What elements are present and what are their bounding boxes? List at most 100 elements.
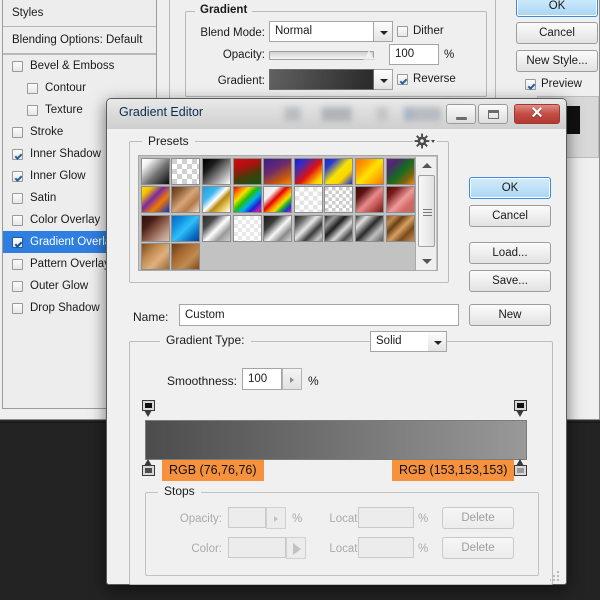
gradient-editor-ok-button[interactable]: OK <box>469 177 551 199</box>
preset-swatch-copper[interactable] <box>171 186 200 213</box>
style-item-checkbox[interactable] <box>12 61 23 72</box>
preset-swatch-white-transparent[interactable] <box>233 215 262 242</box>
dither-checkbox[interactable]: Dither <box>397 25 444 37</box>
color-stop-end[interactable] <box>514 459 527 476</box>
preview-checkbox[interactable]: Preview <box>525 78 582 90</box>
preset-swatch-blue-red-yellow[interactable] <box>294 158 323 185</box>
preset-swatch-transparent-rainbow[interactable] <box>263 186 292 213</box>
style-item-checkbox[interactable] <box>12 193 23 204</box>
preset-swatch-violet-green-orange[interactable] <box>386 158 415 185</box>
preset-swatch-foreground-to-background[interactable] <box>141 158 170 185</box>
gradient-preview-bar[interactable] <box>145 420 527 460</box>
preset-swatch-bronze-2[interactable] <box>171 243 200 270</box>
smoothness-stepper-icon[interactable] <box>282 368 302 390</box>
stop-color-picker-arrow-icon[interactable] <box>286 537 306 559</box>
style-item-checkbox[interactable] <box>12 237 23 248</box>
preset-swatch-spectrum[interactable] <box>233 186 262 213</box>
style-item-checkbox[interactable] <box>12 215 23 226</box>
preset-swatch-blue-cyan[interactable] <box>171 215 200 242</box>
presets-scrollbar[interactable] <box>415 157 436 270</box>
color-stop-start[interactable] <box>142 459 155 476</box>
gradient-subgroup-title: Gradient <box>195 4 252 16</box>
style-item-contour[interactable]: Contour <box>3 77 156 99</box>
reverse-checkbox[interactable]: Reverse <box>397 73 456 85</box>
blend-mode-chevron-down-icon[interactable] <box>374 21 393 42</box>
layer-style-cancel-button[interactable]: Cancel <box>516 22 598 44</box>
style-item-checkbox[interactable] <box>27 83 38 94</box>
preset-swatch-red-green[interactable] <box>233 158 262 185</box>
preset-swatch-transparent-checker[interactable] <box>324 186 353 213</box>
gradient-editor-title: Gradient Editor <box>119 105 203 119</box>
preset-swatch-red-brown[interactable] <box>355 186 384 213</box>
gradient-swatch-button[interactable] <box>269 69 374 90</box>
delete-color-stop-button[interactable]: Delete <box>442 537 514 559</box>
blend-mode-select[interactable]: Normal <box>269 21 374 42</box>
preset-swatch-steel-1[interactable] <box>294 215 323 242</box>
preset-swatch-silver-1[interactable] <box>202 215 231 242</box>
stop-opacity-stepper-icon[interactable] <box>266 507 286 529</box>
opacity-stop-start[interactable] <box>142 400 155 417</box>
gradient-type-select[interactable]: Solid <box>370 331 430 352</box>
preset-swatch-orange-yellow-orange[interactable] <box>355 158 384 185</box>
load-button[interactable]: Load... <box>469 242 551 264</box>
opacity-stop-end[interactable] <box>514 400 527 417</box>
gradient-type-chevron-down-icon[interactable] <box>428 331 447 352</box>
presets-listbox[interactable] <box>138 155 438 271</box>
preset-swatch-bronze-1[interactable] <box>141 243 170 270</box>
minimize-icon[interactable] <box>446 104 476 124</box>
preset-swatch-foreground-to-transparent[interactable] <box>171 158 200 185</box>
preset-swatch-blue-yellow-blue[interactable] <box>324 158 353 185</box>
opacity-input[interactable]: 100 <box>389 44 439 65</box>
smoothness-input[interactable]: 100 <box>242 368 282 390</box>
stop-opacity-location-input[interactable] <box>358 507 414 528</box>
save-button[interactable]: Save... <box>469 270 551 292</box>
preset-swatch-violet-orange[interactable] <box>263 158 292 185</box>
opacity-slider-knob[interactable] <box>363 50 375 60</box>
style-item-checkbox[interactable] <box>12 171 23 182</box>
stops-group: Stops Opacity: % Location: % Delete Colo… <box>145 492 539 576</box>
preset-swatch-transparent-stripes[interactable] <box>294 186 323 213</box>
preset-swatch-brown-dark[interactable] <box>141 215 170 242</box>
stop-color-location-input[interactable] <box>358 537 414 558</box>
stop-opacity-unit: % <box>292 513 302 525</box>
preset-swatch-chrome[interactable] <box>202 186 231 213</box>
preset-swatch-black-white[interactable] <box>202 158 231 185</box>
style-item-checkbox[interactable] <box>12 259 23 270</box>
resize-grip[interactable] <box>550 570 561 581</box>
style-item-checkbox[interactable] <box>12 149 23 160</box>
style-item-checkbox[interactable] <box>27 105 38 116</box>
close-icon[interactable] <box>514 104 560 124</box>
preset-swatch-steel-3[interactable] <box>355 215 384 242</box>
preset-swatch-silver-2[interactable] <box>263 215 292 242</box>
style-item-checkbox[interactable] <box>12 303 23 314</box>
style-item-checkbox[interactable] <box>12 281 23 292</box>
stop-color-swatch[interactable] <box>228 537 286 558</box>
blending-options-row[interactable]: Blending Options: Default <box>3 27 156 55</box>
preview-checkbox-box[interactable] <box>525 79 536 90</box>
gradient-chevron-down-icon[interactable] <box>374 69 393 90</box>
dither-label: Dither <box>413 25 444 37</box>
style-item-bevel-emboss[interactable]: Bevel & Emboss <box>3 55 156 77</box>
preset-swatch-yellow-violet-orange-blue[interactable] <box>141 186 170 213</box>
stop-opacity-input[interactable] <box>228 507 266 528</box>
name-input[interactable]: Custom <box>179 304 459 326</box>
preset-swatch-pink-maroon[interactable] <box>386 186 415 213</box>
scroll-up-arrow-icon[interactable] <box>418 158 435 173</box>
styles-header[interactable]: Styles <box>3 0 156 27</box>
gear-icon[interactable] <box>413 133 437 149</box>
layer-style-ok-button[interactable]: OK <box>516 0 598 17</box>
dither-checkbox-box[interactable] <box>397 26 408 37</box>
style-item-checkbox[interactable] <box>12 127 23 138</box>
gradient-editor-cancel-button[interactable]: Cancel <box>469 205 551 227</box>
new-style-button[interactable]: New Style... <box>516 50 598 72</box>
preset-swatch-steel-2[interactable] <box>324 215 353 242</box>
scroll-down-arrow-icon[interactable] <box>418 254 435 269</box>
new-preset-button[interactable]: New <box>469 304 551 326</box>
maximize-icon[interactable] <box>478 104 508 124</box>
opacity-slider[interactable] <box>269 51 374 60</box>
reverse-checkbox-box[interactable] <box>397 74 408 85</box>
preset-swatch-copper-stripe[interactable] <box>386 215 415 242</box>
scrollbar-thumb[interactable] <box>418 175 435 247</box>
delete-opacity-stop-button[interactable]: Delete <box>442 507 514 529</box>
gradient-editor-titlebar[interactable]: Gradient Editor <box>107 99 566 130</box>
